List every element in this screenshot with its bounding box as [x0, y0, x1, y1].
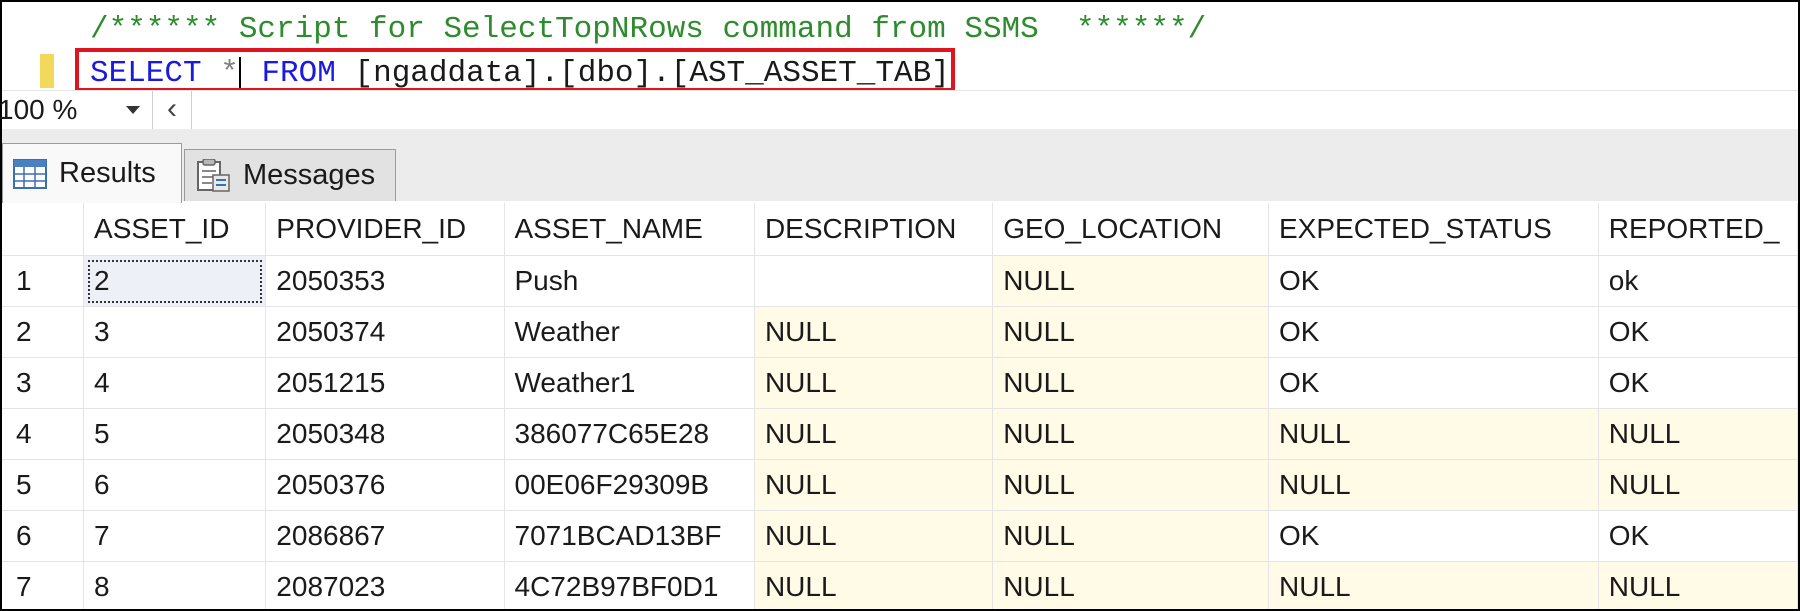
table-cell[interactable]: 7: [83, 510, 267, 562]
table-cell[interactable]: [754, 255, 994, 307]
row-number[interactable]: 2: [2, 306, 85, 358]
table-cell[interactable]: NULL: [992, 459, 1269, 511]
table-cell[interactable]: 386077C65E28: [504, 408, 755, 460]
table-cell[interactable]: 2050348: [265, 408, 505, 460]
tab-results-label: Results: [59, 157, 156, 189]
table-cell[interactable]: 4: [83, 357, 267, 409]
table-cell[interactable]: 2050374: [265, 306, 505, 358]
table-row[interactable]: 3 4 2051215 Weather1 NULL NULL OK OK: [2, 357, 1798, 409]
zoom-value: 100 %: [0, 94, 78, 125]
table-cell[interactable]: Weather: [504, 306, 755, 358]
table-cell[interactable]: OK: [1598, 510, 1798, 562]
table-cell[interactable]: 7071BCAD13BF: [504, 510, 755, 562]
table-row[interactable]: 5 6 2050376 00E06F29309B NULL NULL NULL NULL: [2, 459, 1798, 511]
table-row[interactable]: 2 3 2050374 Weather NULL NULL OK OK: [2, 306, 1798, 358]
query-editor[interactable]: /****** Script for SelectTopNRows comman…: [2, 2, 1798, 98]
column-header[interactable]: ASSET_NAME: [504, 203, 755, 256]
zoom-select[interactable]: 100 %: [0, 91, 148, 129]
table-cell[interactable]: NULL: [754, 408, 994, 460]
tab-messages[interactable]: Messages: [184, 149, 396, 201]
table-cell[interactable]: NULL: [1268, 561, 1599, 609]
results-table: ASSET_ID PROVIDER_ID ASSET_NAME DESCRIPT…: [2, 203, 1798, 609]
table-cell[interactable]: 00E06F29309B: [504, 459, 755, 511]
table-row[interactable]: 1 2 2050353 Push NULL OK ok: [2, 255, 1798, 307]
table-cell[interactable]: NULL: [754, 510, 994, 562]
chevron-down-icon: [126, 106, 140, 114]
table-cell[interactable]: 2051215: [265, 357, 505, 409]
table-cell[interactable]: 2086867: [265, 510, 505, 562]
table-cell[interactable]: NULL: [992, 306, 1269, 358]
table-cell[interactable]: NULL: [992, 510, 1269, 562]
query-highlight-box: [75, 48, 955, 92]
row-number[interactable]: 1: [2, 255, 85, 307]
table-row[interactable]: 6 7 2086867 7071BCAD13BF NULL NULL OK OK: [2, 510, 1798, 562]
row-number[interactable]: 4: [2, 408, 85, 460]
table-cell[interactable]: NULL: [992, 408, 1269, 460]
table-cell[interactable]: NULL: [1268, 459, 1599, 511]
column-header[interactable]: DESCRIPTION: [754, 203, 994, 256]
table-cell[interactable]: NULL: [754, 561, 994, 609]
table-cell[interactable]: Weather1: [504, 357, 755, 409]
table-cell[interactable]: OK: [1598, 357, 1798, 409]
table-cell[interactable]: 8: [83, 561, 267, 609]
table-cell[interactable]: 4C72B97BF0D1: [504, 561, 755, 609]
table-cell[interactable]: OK: [1268, 510, 1599, 562]
table-cell[interactable]: NULL: [992, 357, 1269, 409]
table-cell[interactable]: 6: [83, 459, 267, 511]
change-marker: [40, 54, 54, 88]
table-cell[interactable]: OK: [1268, 255, 1599, 307]
table-cell[interactable]: 2050353: [265, 255, 505, 307]
table-cell[interactable]: NULL: [754, 459, 994, 511]
row-number[interactable]: 3: [2, 357, 85, 409]
table-cell[interactable]: Push: [504, 255, 755, 307]
column-header[interactable]: REPORTED_: [1598, 203, 1798, 256]
table-cell[interactable]: NULL: [754, 357, 994, 409]
row-number[interactable]: 6: [2, 510, 85, 562]
column-header[interactable]: GEO_LOCATION: [992, 203, 1269, 256]
table-cell[interactable]: NULL: [1268, 408, 1599, 460]
column-header[interactable]: ASSET_ID: [83, 203, 267, 256]
comment-line: /****** Script for SelectTopNRows comman…: [90, 12, 1207, 47]
corner-cell[interactable]: [2, 203, 85, 256]
chevron-left-icon: ‹: [167, 92, 177, 125]
table-row[interactable]: 4 5 2050348 386077C65E28 NULL NULL NULL NULL: [2, 408, 1798, 460]
table-cell[interactable]: 3: [83, 306, 267, 358]
table-row[interactable]: 7 8 2087023 4C72B97BF0D1 NULL NULL NULL NULL: [2, 561, 1798, 609]
tab-results[interactable]: Results: [2, 143, 182, 203]
table-cell[interactable]: 2087023: [265, 561, 505, 609]
table-cell[interactable]: NULL: [754, 306, 994, 358]
grid-icon: [13, 158, 47, 189]
table-cell[interactable]: NULL: [1598, 561, 1798, 609]
column-header[interactable]: EXPECTED_STATUS: [1268, 203, 1599, 256]
table-cell[interactable]: OK: [1268, 306, 1599, 358]
row-number[interactable]: 7: [2, 561, 85, 609]
zoom-bar: 100 % ‹: [0, 90, 1798, 129]
table-cell[interactable]: NULL: [1598, 408, 1798, 460]
row-number[interactable]: 5: [2, 459, 85, 511]
results-grid[interactable]: ASSET_ID PROVIDER_ID ASSET_NAME DESCRIPT…: [2, 203, 1798, 609]
messages-icon: [197, 158, 230, 192]
table-cell[interactable]: 2: [83, 255, 267, 307]
column-header[interactable]: PROVIDER_ID: [265, 203, 505, 256]
header-row: ASSET_ID PROVIDER_ID ASSET_NAME DESCRIPT…: [2, 203, 1798, 256]
table-cell[interactable]: NULL: [1598, 459, 1798, 511]
table-cell[interactable]: NULL: [992, 561, 1269, 609]
table-cell[interactable]: NULL: [992, 255, 1269, 307]
tab-messages-label: Messages: [243, 159, 376, 191]
table-cell[interactable]: 5: [83, 408, 267, 460]
table-cell[interactable]: 2050376: [265, 459, 505, 511]
table-cell[interactable]: ok: [1598, 255, 1798, 307]
scroll-left-button[interactable]: ‹: [152, 91, 192, 129]
table-cell[interactable]: OK: [1268, 357, 1599, 409]
table-cell[interactable]: OK: [1598, 306, 1798, 358]
results-tabstrip: Results Messages: [2, 129, 1798, 203]
